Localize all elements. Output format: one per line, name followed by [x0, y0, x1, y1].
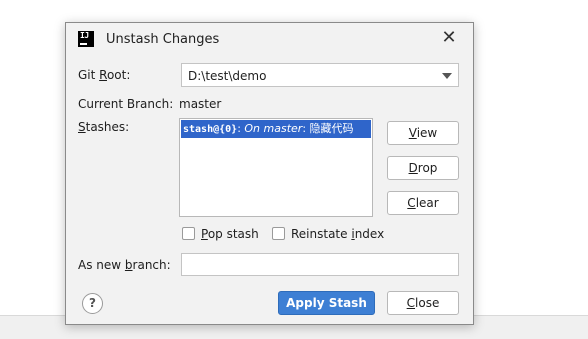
- stashes-label: Stashes:: [78, 120, 130, 134]
- reinstate-index-label[interactable]: Reinstate index: [291, 227, 384, 241]
- help-icon[interactable]: ?: [82, 293, 103, 314]
- git-root-value: D:\test\demo: [188, 69, 267, 83]
- intellij-app-icon: IJ: [78, 31, 94, 47]
- clear-button[interactable]: Clear: [387, 191, 459, 215]
- title-bar[interactable]: IJ Unstash Changes ✕: [66, 23, 473, 55]
- current-branch-value: master: [179, 97, 222, 111]
- current-branch-label: Current Branch:: [78, 97, 174, 111]
- view-button[interactable]: View: [387, 121, 459, 145]
- stash-list[interactable]: stash@{0}: On master: 隐藏代码: [179, 118, 373, 217]
- new-branch-label: As new branch:: [78, 258, 171, 272]
- new-branch-input[interactable]: [181, 253, 459, 276]
- close-icon[interactable]: ✕: [439, 28, 459, 48]
- stash-list-item[interactable]: stash@{0}: On master: 隐藏代码: [181, 120, 371, 138]
- apply-stash-button[interactable]: Apply Stash: [278, 291, 375, 315]
- pop-stash-checkbox[interactable]: [182, 227, 195, 240]
- git-root-dropdown[interactable]: D:\test\demo: [181, 63, 459, 87]
- pop-stash-label[interactable]: Pop stash: [201, 227, 259, 241]
- close-button[interactable]: Close: [387, 291, 459, 315]
- drop-button[interactable]: Drop: [387, 156, 459, 180]
- chevron-down-icon: [442, 73, 452, 79]
- git-root-label: Git Root:: [78, 68, 131, 82]
- reinstate-index-checkbox[interactable]: [272, 227, 285, 240]
- unstash-dialog: IJ Unstash Changes ✕ Git Root: D:\test\d…: [65, 22, 474, 325]
- dialog-title: Unstash Changes: [106, 32, 220, 47]
